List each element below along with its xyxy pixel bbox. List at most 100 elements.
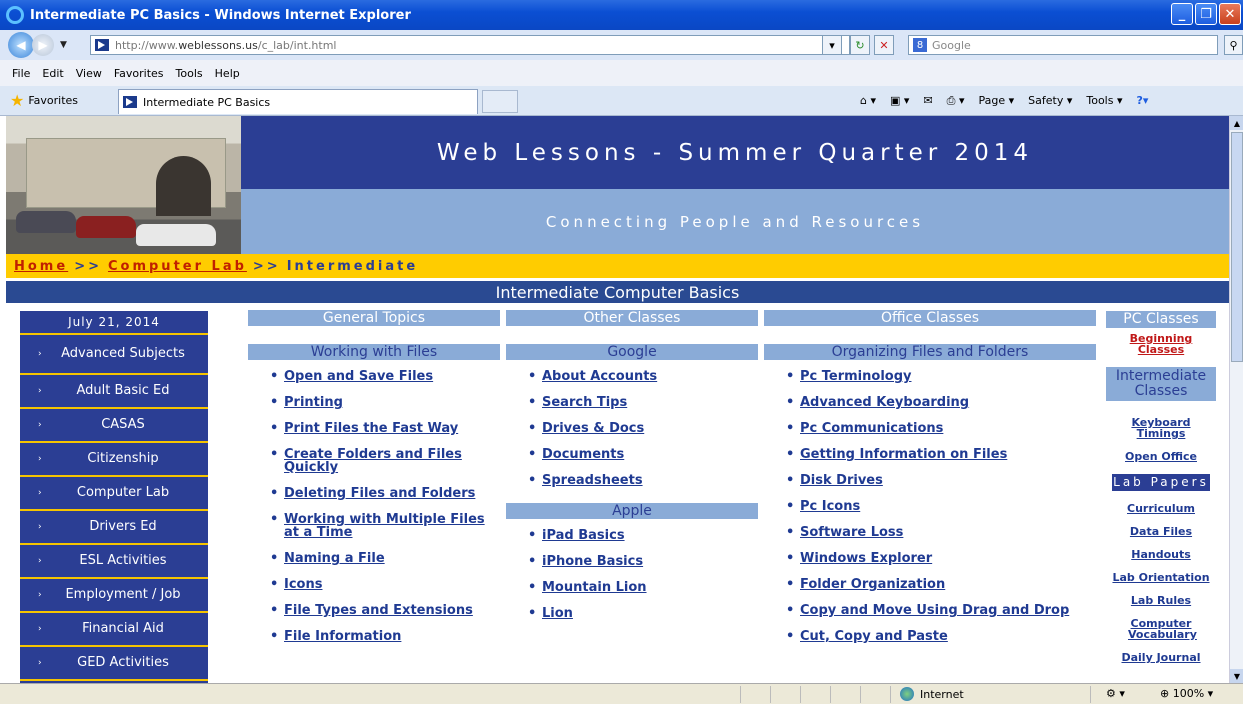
- history-dropdown-icon[interactable]: ▼: [60, 40, 67, 50]
- topic-link[interactable]: Pc Icons: [800, 499, 860, 514]
- refresh-icon[interactable]: ↻: [850, 35, 870, 55]
- sidebar-item-computer-lab[interactable]: › Computer Lab: [20, 477, 208, 511]
- search-icon[interactable]: ⚲: [1224, 35, 1243, 55]
- breadcrumb-home-link[interactable]: Home: [14, 259, 68, 274]
- topic-link[interactable]: Pc Communications: [800, 421, 943, 436]
- safety-menu[interactable]: Safety ▾: [1028, 94, 1072, 108]
- topic-link[interactable]: Drives & Docs: [542, 421, 644, 436]
- maximize-button[interactable]: ❐: [1195, 3, 1217, 25]
- tools-menu[interactable]: Tools ▾: [1086, 94, 1122, 108]
- url-input[interactable]: http://www. weblessons.us/c_lab/int.html: [90, 35, 850, 55]
- favorites-star-icon[interactable]: ★: [10, 91, 24, 110]
- topic-link[interactable]: Printing: [284, 395, 343, 410]
- topic-link[interactable]: Cut, Copy and Paste: [800, 629, 948, 644]
- topic-link[interactable]: Advanced Keyboarding: [800, 395, 969, 410]
- menu-view[interactable]: View: [76, 67, 102, 80]
- topic-link[interactable]: Lion: [542, 606, 573, 621]
- mail-icon[interactable]: ✉: [923, 94, 932, 108]
- list-item: Pc Terminology: [764, 370, 1096, 383]
- topic-link[interactable]: Copy and Move Using Drag and Drop: [800, 603, 1069, 618]
- sidebar-item-esl[interactable]: › ESL Activities: [20, 545, 208, 579]
- favorites-button[interactable]: Favorites: [28, 94, 78, 107]
- menu-file[interactable]: File: [12, 67, 30, 80]
- topic-link[interactable]: Folder Organization: [800, 577, 945, 592]
- scroll-thumb[interactable]: [1231, 132, 1243, 362]
- topic-link[interactable]: Icons: [284, 577, 322, 592]
- breadcrumb-lab-link[interactable]: Computer Lab: [108, 259, 247, 274]
- close-button[interactable]: ✕: [1219, 3, 1241, 25]
- minimize-button[interactable]: _: [1171, 3, 1193, 25]
- sidebar-item-citizenship[interactable]: › Citizenship: [20, 443, 208, 477]
- sidebar-item-financial-aid[interactable]: › Financial Aid: [20, 613, 208, 647]
- topic-link[interactable]: Getting Information on Files: [800, 447, 1007, 462]
- menu-tools[interactable]: Tools: [176, 67, 203, 80]
- section-header: Apple: [506, 503, 758, 519]
- vertical-scrollbar[interactable]: ▲ ▼: [1229, 116, 1243, 683]
- general-topics-column: General Topics Working with Files Open a…: [248, 310, 500, 656]
- topic-link[interactable]: Mountain Lion: [542, 580, 647, 595]
- topic-link[interactable]: Disk Drives: [800, 473, 883, 488]
- zoom-control[interactable]: ⊕ 100% ▾: [1160, 687, 1213, 700]
- open-office-link[interactable]: Open Office: [1106, 451, 1216, 462]
- topic-link[interactable]: Pc Terminology: [800, 369, 911, 384]
- topic-link[interactable]: Documents: [542, 447, 624, 462]
- topic-link[interactable]: Working with Multiple Files at a Time: [284, 512, 485, 540]
- scroll-up-icon[interactable]: ▲: [1230, 116, 1243, 130]
- list-item: Documents: [506, 448, 758, 461]
- bullet-icon: ›: [38, 488, 42, 498]
- sidebar-item-advanced[interactable]: › Advanced Subjects: [20, 335, 208, 375]
- scroll-down-icon[interactable]: ▼: [1230, 669, 1243, 683]
- curriculum-link[interactable]: Curriculum: [1106, 503, 1216, 514]
- topic-link[interactable]: Print Files the Fast Way: [284, 421, 458, 436]
- topic-link[interactable]: Search Tips: [542, 395, 627, 410]
- sidebar-item-label: Adult Basic Ed: [76, 383, 170, 398]
- security-zone[interactable]: Internet: [900, 687, 964, 701]
- feeds-icon[interactable]: ▣ ▾: [890, 94, 909, 108]
- topic-link[interactable]: Deleting Files and Folders: [284, 486, 475, 501]
- menu-edit[interactable]: Edit: [42, 67, 63, 80]
- browser-tab[interactable]: Intermediate PC Basics: [118, 89, 478, 114]
- topic-link[interactable]: iPad Basics: [542, 528, 625, 543]
- topic-link[interactable]: File Types and Extensions: [284, 603, 473, 618]
- menu-help[interactable]: Help: [215, 67, 240, 80]
- stop-icon[interactable]: ✕: [874, 35, 894, 55]
- list-item: Mountain Lion: [506, 581, 758, 594]
- topic-link[interactable]: About Accounts: [542, 369, 657, 384]
- topic-link[interactable]: Software Loss: [800, 525, 903, 540]
- search-input[interactable]: 8 Google: [908, 35, 1218, 55]
- computer-vocabulary-link[interactable]: Computer Vocabulary: [1106, 618, 1216, 640]
- help-icon[interactable]: ?▾: [1136, 94, 1148, 108]
- page-menu[interactable]: Page ▾: [978, 94, 1014, 108]
- topic-link[interactable]: File Information: [284, 629, 401, 644]
- topic-link[interactable]: iPhone Basics: [542, 554, 643, 569]
- daily-journal-link[interactable]: Daily Journal: [1106, 652, 1216, 663]
- bullet-icon: ›: [38, 522, 42, 532]
- topic-link[interactable]: Naming a File: [284, 551, 385, 566]
- lab-rules-link[interactable]: Lab Rules: [1106, 595, 1216, 606]
- keyboard-timings-link[interactable]: Keyboard Timings: [1106, 417, 1216, 439]
- protected-mode-icon[interactable]: ⚙ ▾: [1106, 687, 1125, 700]
- sidebar-item-drivers-ed[interactable]: › Drivers Ed: [20, 511, 208, 545]
- topic-link[interactable]: Create Folders and Files Quickly: [284, 447, 462, 475]
- beginning-classes-link[interactable]: Beginning Classes: [1106, 333, 1216, 355]
- list-item: iPad Basics: [506, 529, 758, 542]
- sidebar-item-employment[interactable]: › Employment / Job: [20, 579, 208, 613]
- lab-orientation-link[interactable]: Lab Orientation: [1106, 572, 1216, 583]
- sidebar-item-casas[interactable]: › CASAS: [20, 409, 208, 443]
- sidebar-item-ged[interactable]: › GED Activities: [20, 647, 208, 681]
- data-files-link[interactable]: Data Files: [1106, 526, 1216, 537]
- menu-favorites[interactable]: Favorites: [114, 67, 164, 80]
- back-button[interactable]: ◀: [8, 32, 34, 58]
- home-icon[interactable]: ⌂ ▾: [860, 94, 876, 108]
- topic-link[interactable]: Windows Explorer: [800, 551, 932, 566]
- zone-label: Internet: [920, 687, 964, 701]
- url-dropdown-icon[interactable]: ▾: [822, 35, 842, 55]
- sidebar-item-label: Citizenship: [87, 451, 159, 466]
- handouts-link[interactable]: Handouts: [1106, 549, 1216, 560]
- topic-link[interactable]: Open and Save Files: [284, 369, 433, 384]
- topic-link[interactable]: Spreadsheets: [542, 473, 643, 488]
- forward-button[interactable]: ▶: [32, 34, 54, 56]
- sidebar-item-adult-basic[interactable]: › Adult Basic Ed: [20, 375, 208, 409]
- print-icon[interactable]: ⎙ ▾: [947, 94, 965, 108]
- new-tab-button[interactable]: [482, 90, 518, 113]
